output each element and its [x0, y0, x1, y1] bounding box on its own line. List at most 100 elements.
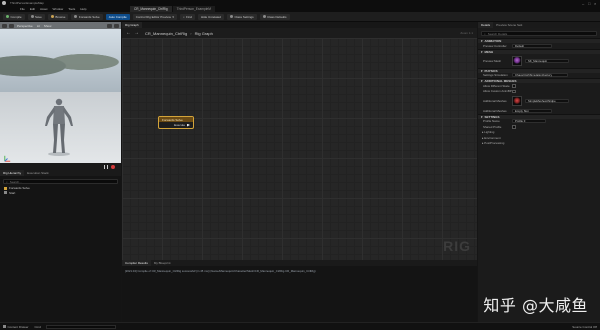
viewport-mode[interactable]: Perspective [17, 24, 33, 28]
preview-controller-select[interactable]: Default [512, 43, 552, 48]
hide-unrelated-button[interactable]: Hide Unrelated [197, 13, 224, 20]
preview-viewport[interactable]: Perspective Lit Show [0, 22, 121, 170]
tab-example-map-label: ThirdPerson_ExampleM [176, 7, 211, 11]
forward-arrow-icon[interactable]: → [134, 30, 139, 36]
menu-edit[interactable]: Edit [30, 7, 35, 11]
menu-help[interactable]: Help [80, 7, 86, 11]
axis-gizmo-icon [4, 155, 11, 162]
prop-preview-mesh: Preview Mesh SK_Mannequin [478, 54, 600, 68]
viewport-show[interactable]: Show [44, 24, 52, 28]
toolbar: Compile Save Browse Forwards Solve Auto … [0, 12, 600, 22]
tab-preview-scene-label: Preview Scene Sett [496, 23, 523, 27]
forwards-solve-node[interactable]: Forwards Solve Execute [158, 116, 194, 129]
viewport-grid-icon[interactable] [107, 23, 112, 28]
section-physics-label: PHYSICS [484, 68, 498, 73]
list-item-label: Forwards Solve [9, 186, 30, 191]
forwards-solve-button[interactable]: Forwards Solve [71, 13, 103, 20]
save-icon [30, 15, 34, 18]
subsection-postprocessing-label: PostProcessing [484, 141, 505, 146]
preview-dropdown[interactable]: Control Rig Editor Preview ▾ [132, 13, 177, 20]
exec-pin-icon[interactable] [187, 123, 190, 127]
source-control-button[interactable]: Source Control Off [569, 324, 600, 329]
list-item[interactable]: Start [4, 191, 116, 196]
viewport-footer [0, 163, 121, 170]
breadcrumb-separator-icon: › [190, 30, 192, 36]
class-settings-label: Class Settings [234, 14, 254, 19]
drawer-icon [3, 325, 6, 328]
stack-list: Forwards Solve Start [4, 186, 116, 195]
hierarchy-search-input[interactable]: ⌕ Search... [3, 179, 118, 184]
tab-rig-hierarchy-label: Rig Hierarchy [3, 171, 22, 175]
compiler-log-line: [2021.04] Compile of CR_Mannequin_CtrlRi… [125, 269, 316, 273]
content-drawer-button[interactable]: Content Drawer [0, 324, 32, 329]
class-defaults-label: Class Defaults [267, 14, 287, 19]
viewport-menu-icon[interactable] [2, 23, 7, 28]
node-icon [4, 191, 7, 195]
simulation-select[interactable]: ChaosClothSimulationFactory [512, 73, 568, 78]
menu-file[interactable]: File [20, 7, 25, 11]
chevron-down-icon: ▾ [172, 14, 174, 19]
breadcrumb-root[interactable]: CR_Mannequin_CtrlRig [145, 31, 187, 36]
content-drawer-label: Content Drawer [7, 324, 29, 329]
compile-button[interactable]: Compile [3, 13, 25, 20]
mesh-thumbnail[interactable] [512, 55, 522, 66]
viewport-trees [0, 42, 121, 82]
section-mesh-label: MESH [484, 49, 494, 54]
profile-name-input[interactable]: Profile 0 [512, 119, 546, 124]
defaults-icon [262, 15, 266, 18]
additional-mesh-select[interactable]: SimpleMeshes/thirdpe [525, 99, 569, 103]
zoom-label: Zoom 1:1 [460, 31, 473, 35]
preview-mesh-select[interactable]: SK_Mannequin [525, 58, 569, 63]
chevron-down-icon: ▾ [481, 114, 483, 119]
details-search-input[interactable]: ⌕ Search Details [481, 31, 597, 36]
back-arrow-icon[interactable]: ← [126, 30, 131, 36]
viewport-camera-icon[interactable] [9, 23, 14, 28]
cmd-button[interactable]: Cmd [32, 324, 44, 329]
auto-compile-button[interactable]: Auto Compile [105, 13, 130, 20]
tab-execution-stack-label: Execution Stack [27, 171, 49, 175]
viewport-lit[interactable]: Lit [37, 24, 40, 28]
rig-graph-canvas[interactable]: Forwards Solve Execute RIG [122, 38, 477, 260]
class-defaults-button[interactable]: Class Defaults [259, 13, 290, 20]
subsection-lighting-label: Lighting [484, 130, 495, 135]
prop-key: Allow Custom AnimBP [483, 89, 512, 94]
prop-key: Shared Profile [483, 124, 502, 129]
viewport-toolbar: Perspective Lit Show [0, 22, 121, 29]
additional-mesh-thumbnail[interactable] [512, 96, 522, 106]
list-item-label: Start [9, 190, 16, 195]
details-search-placeholder: Search Details [487, 31, 508, 36]
gear-icon [229, 15, 233, 18]
solve-icon [74, 15, 78, 18]
chevron-down-icon: ▾ [481, 79, 483, 83]
record-icon[interactable] [111, 164, 115, 169]
menu-asset[interactable]: Asset [40, 7, 48, 11]
browse-button[interactable]: Browse [47, 13, 69, 20]
save-button[interactable]: Save [27, 13, 45, 20]
menu-window[interactable]: Window [53, 7, 64, 11]
exec-pin-label: Execute [174, 123, 185, 127]
chevron-down-icon: ▾ [481, 39, 483, 43]
subsection-postprocessing[interactable]: ▸ PostProcessing [478, 141, 600, 147]
save-label: Save [35, 14, 42, 19]
viewport-snap-icon[interactable] [114, 23, 119, 28]
class-settings-button[interactable]: Class Settings [226, 13, 257, 20]
close-button[interactable]: × [594, 1, 600, 6]
prop-additional-meshes: Additional Meshes SimpleMeshes/thirdpe [478, 94, 600, 108]
console-input[interactable] [45, 324, 116, 329]
mannequin-figure [45, 98, 73, 156]
checkbox[interactable] [512, 89, 516, 93]
details-panel: ⌕ Search Details ▾ ANIMATION Preview Contr… [478, 28, 600, 322]
chevron-down-icon: ▾ [481, 68, 483, 73]
tab-ctrl-rig-label: CR_Mannequin_CtrlRig [134, 7, 168, 11]
graph-breadcrumb-bar: ← → CR_Mannequin_CtrlRig › Rig Graph Zoo… [122, 28, 477, 38]
source-control-label: Source Control Off [572, 324, 597, 329]
breadcrumb-leaf[interactable]: Rig Graph [195, 31, 213, 36]
menu-tools[interactable]: Tools [68, 7, 75, 11]
checkbox[interactable] [512, 125, 516, 129]
find-button[interactable]: ⌕ Find [179, 13, 195, 20]
app-logo-icon [2, 1, 6, 5]
pause-icon[interactable] [104, 164, 108, 169]
status-bar: Content Drawer Cmd Source Control Off [0, 322, 600, 330]
checkbox[interactable] [512, 84, 516, 88]
additional-mesh-slot[interactable]: Empty Slot [512, 108, 552, 113]
